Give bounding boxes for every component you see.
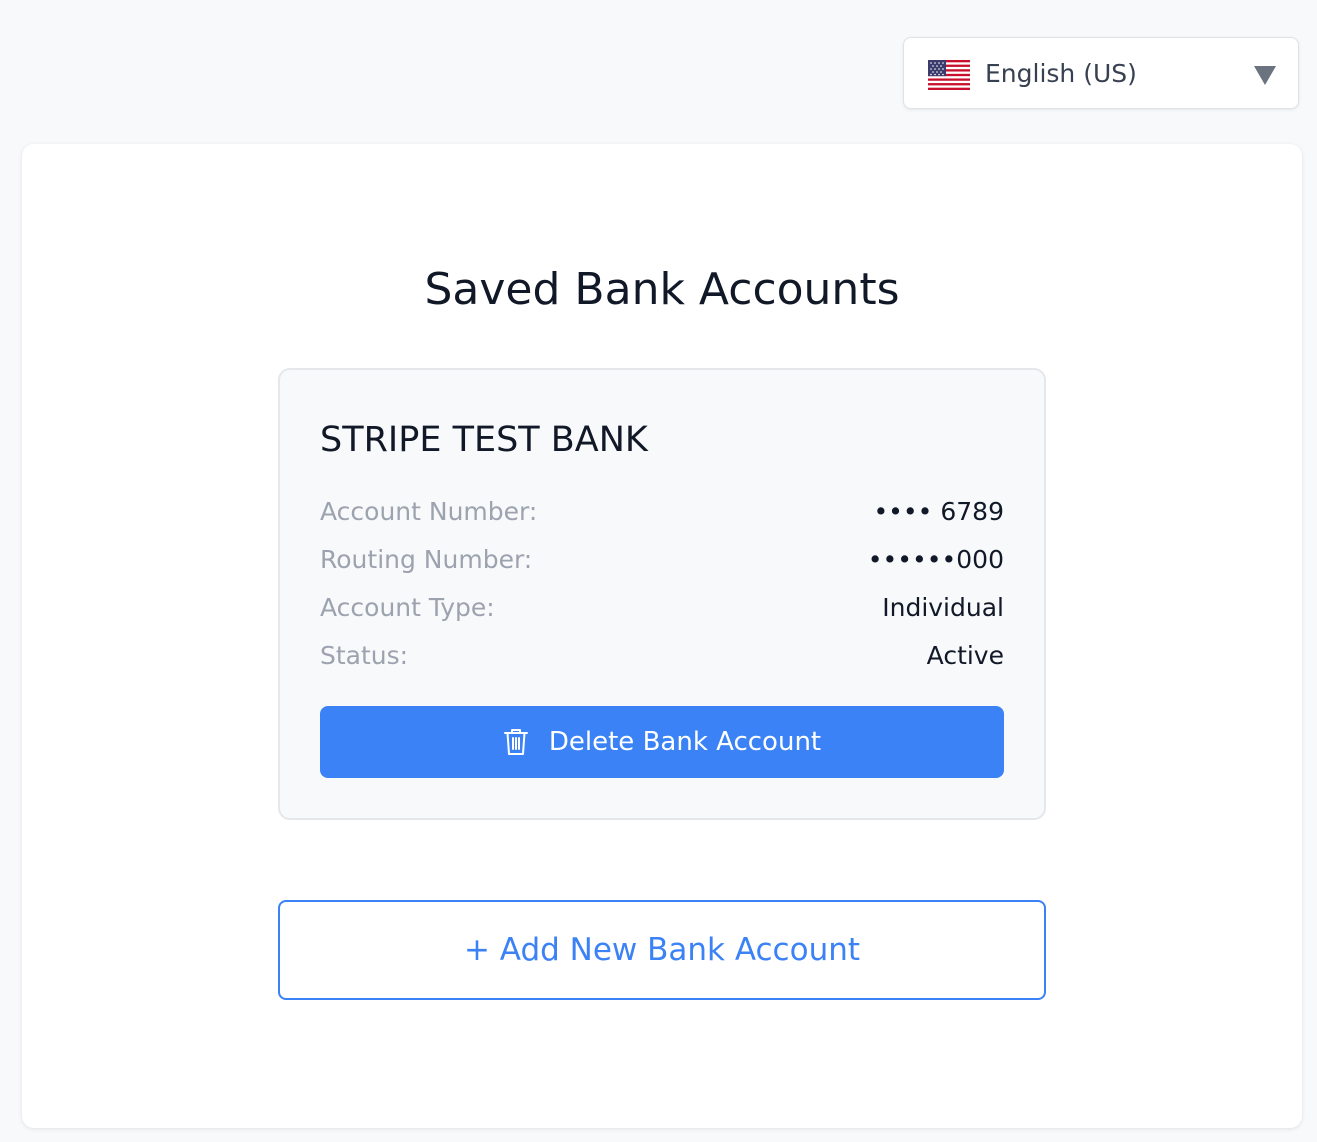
add-button-label: + Add New Bank Account bbox=[463, 932, 861, 968]
us-flag-icon bbox=[928, 60, 970, 90]
selected-language-label: English (US) bbox=[985, 59, 1137, 88]
status-label: Status: bbox=[320, 641, 409, 670]
trash-icon bbox=[503, 729, 528, 755]
routing-number-row: Routing Number: ••••••000 bbox=[320, 542, 1004, 578]
account-number-label: Account Number: bbox=[320, 497, 538, 526]
status-row: Status: Active bbox=[320, 638, 1004, 674]
account-type-label: Account Type: bbox=[320, 593, 495, 622]
routing-number-label: Routing Number: bbox=[320, 545, 533, 574]
delete-button-label: Delete Bank Account bbox=[548, 727, 822, 757]
bank-account-card: STRIPE TEST BANK Account Number: •••• 67… bbox=[278, 368, 1046, 820]
add-bank-account-button[interactable]: + Add New Bank Account bbox=[278, 900, 1046, 1000]
account-type-row: Account Type: Individual bbox=[320, 590, 1004, 626]
page-title: Saved Bank Accounts bbox=[424, 264, 900, 315]
status-value: Active bbox=[926, 641, 1004, 670]
delete-bank-account-button[interactable]: Delete Bank Account bbox=[320, 706, 1004, 778]
account-type-value: Individual bbox=[882, 593, 1004, 622]
account-number-value: •••• 6789 bbox=[873, 497, 1004, 526]
account-number-row: Account Number: •••• 6789 bbox=[320, 494, 1004, 530]
chevron-down-icon bbox=[1254, 66, 1276, 85]
bank-accounts-panel: Saved Bank Accounts STRIPE TEST BANK Acc… bbox=[22, 144, 1302, 1128]
bank-name: STRIPE TEST BANK bbox=[320, 420, 648, 460]
language-selector[interactable]: English (US) bbox=[903, 37, 1299, 109]
routing-number-value: ••••••000 bbox=[867, 545, 1004, 574]
